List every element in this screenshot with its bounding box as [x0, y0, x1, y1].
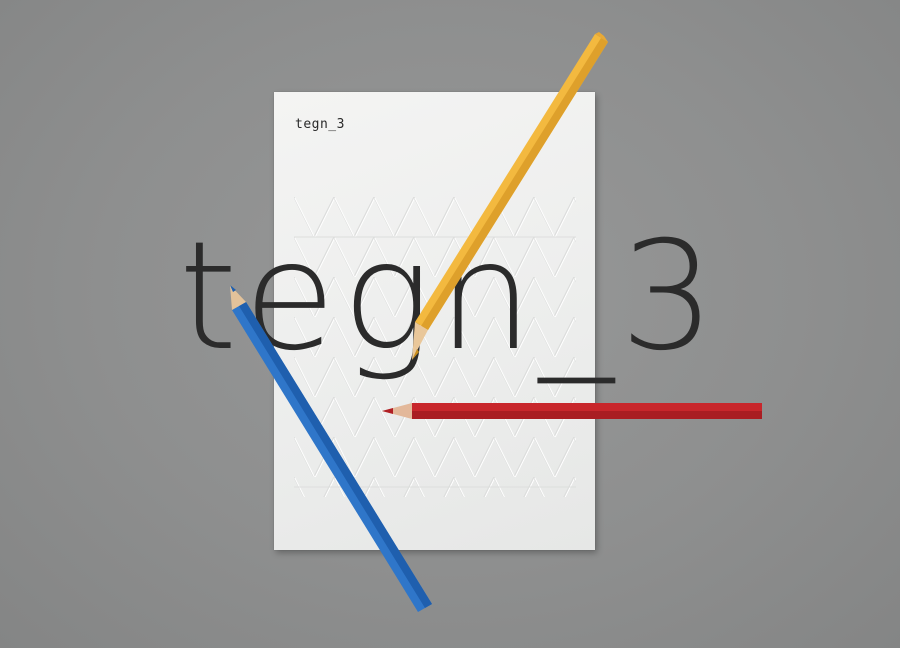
yellow-pencil	[412, 32, 608, 360]
photo-scene: tegn_3 tegn_3	[0, 0, 900, 648]
blue-pencil	[230, 285, 432, 612]
red-pencil	[382, 403, 762, 419]
pencils-layer	[230, 32, 762, 612]
